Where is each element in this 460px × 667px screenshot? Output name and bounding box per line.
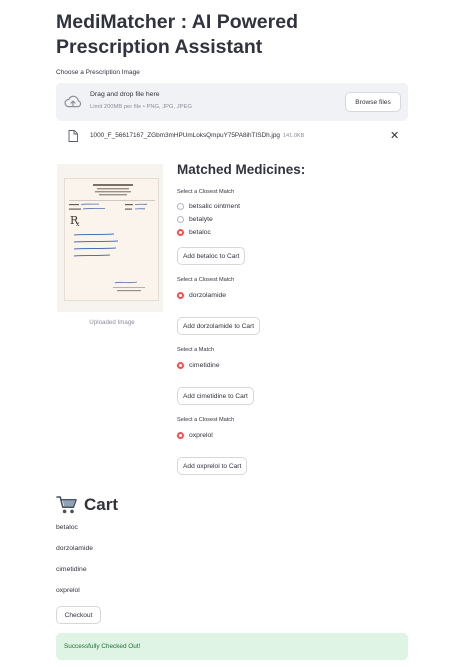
uploaded-image: R x — [57, 164, 163, 312]
radio-option[interactable]: betalyte — [177, 214, 213, 224]
dropzone-subtitle: Limit 200MB per file • PNG, JPG, JPEG — [90, 104, 192, 110]
add-to-cart-button[interactable]: Add dorzolamide to Cart — [177, 317, 261, 335]
radio-circle-selected — [177, 291, 184, 299]
cart-item: betaloc — [56, 524, 78, 531]
match-group-label: Select a Closest Match — [177, 417, 235, 423]
radio-option-selected[interactable]: betaloc — [177, 227, 211, 237]
cart-item: oxprelol — [56, 587, 80, 594]
radio-option-label: betalyte — [189, 215, 213, 223]
file-icon — [68, 130, 78, 142]
add-to-cart-button[interactable]: Add betaloc to Cart — [177, 247, 246, 265]
radio-circle — [177, 215, 184, 223]
success-alert: Successfully Checked Out! — [56, 633, 408, 660]
matched-medicines-heading: Matched Medicines: — [177, 162, 306, 177]
file-dropzone[interactable]: Drag and drop file here Limit 200MB per … — [56, 83, 408, 121]
match-group-label: Select a Match — [177, 347, 214, 353]
cart-heading: Cart — [56, 493, 118, 517]
file-name-text: 1000_F_56617167_ZGbm3mHPUmLoksQmpuY75PA8… — [90, 132, 280, 139]
shopping-cart-icon — [56, 496, 77, 514]
radio-option-selected[interactable]: oxprelol — [177, 430, 213, 440]
match-group-label: Select a Closest Match — [177, 277, 235, 283]
page-title: MediMatcher : AI Powered Prescription As… — [56, 11, 298, 58]
svg-text:x: x — [76, 221, 80, 228]
checkout-button[interactable]: Checkout — [56, 606, 101, 624]
browse-files-button[interactable]: Browse files — [345, 92, 401, 112]
success-message: Successfully Checked Out! — [64, 643, 141, 650]
uploaded-file-row: 1000_F_56617167_ZGbm3mHPUmLoksQmpuY75PA8… — [56, 128, 408, 146]
radio-option-label: cimetidine — [189, 361, 220, 369]
prescription-sketch: R x — [69, 184, 155, 292]
file-name: 1000_F_56617167_ZGbm3mHPUmLoksQmpuY75PA8… — [90, 132, 304, 139]
radio-option-selected[interactable]: dorzolamide — [177, 290, 226, 300]
radio-option[interactable]: betsalic ointment — [177, 201, 240, 211]
radio-option-label: betsalic ointment — [189, 202, 241, 210]
file-size: 141.0KB — [282, 133, 305, 139]
add-to-cart-button[interactable]: Add cimetidine to Cart — [177, 387, 254, 405]
radio-circle — [177, 202, 184, 210]
radio-option-label: oxprelol — [189, 431, 213, 439]
radio-option-label: betaloc — [189, 228, 211, 236]
image-caption: Uploaded Image — [89, 319, 135, 326]
radio-option-selected[interactable]: cimetidine — [177, 360, 220, 370]
radio-circle-selected — [177, 361, 184, 369]
radio-circle-selected — [177, 228, 184, 236]
radio-option-label: dorzolamide — [189, 291, 227, 299]
cart-item: cimetidine — [56, 566, 87, 573]
dropzone-title: Drag and drop file here — [90, 91, 160, 98]
cart-title: Cart — [84, 495, 119, 514]
remove-file-icon[interactable]: ✕ — [390, 129, 399, 142]
prescription-image: R x — [64, 178, 159, 301]
cloud-upload-icon — [64, 95, 82, 108]
uploader-label: Choose a Prescription Image — [56, 69, 140, 76]
add-to-cart-button[interactable]: Add oxprelol to Cart — [177, 457, 248, 475]
radio-circle-selected — [177, 431, 184, 439]
cart-item: dorzolamide — [56, 545, 94, 552]
match-group-label: Select a Closest Match — [177, 189, 235, 195]
